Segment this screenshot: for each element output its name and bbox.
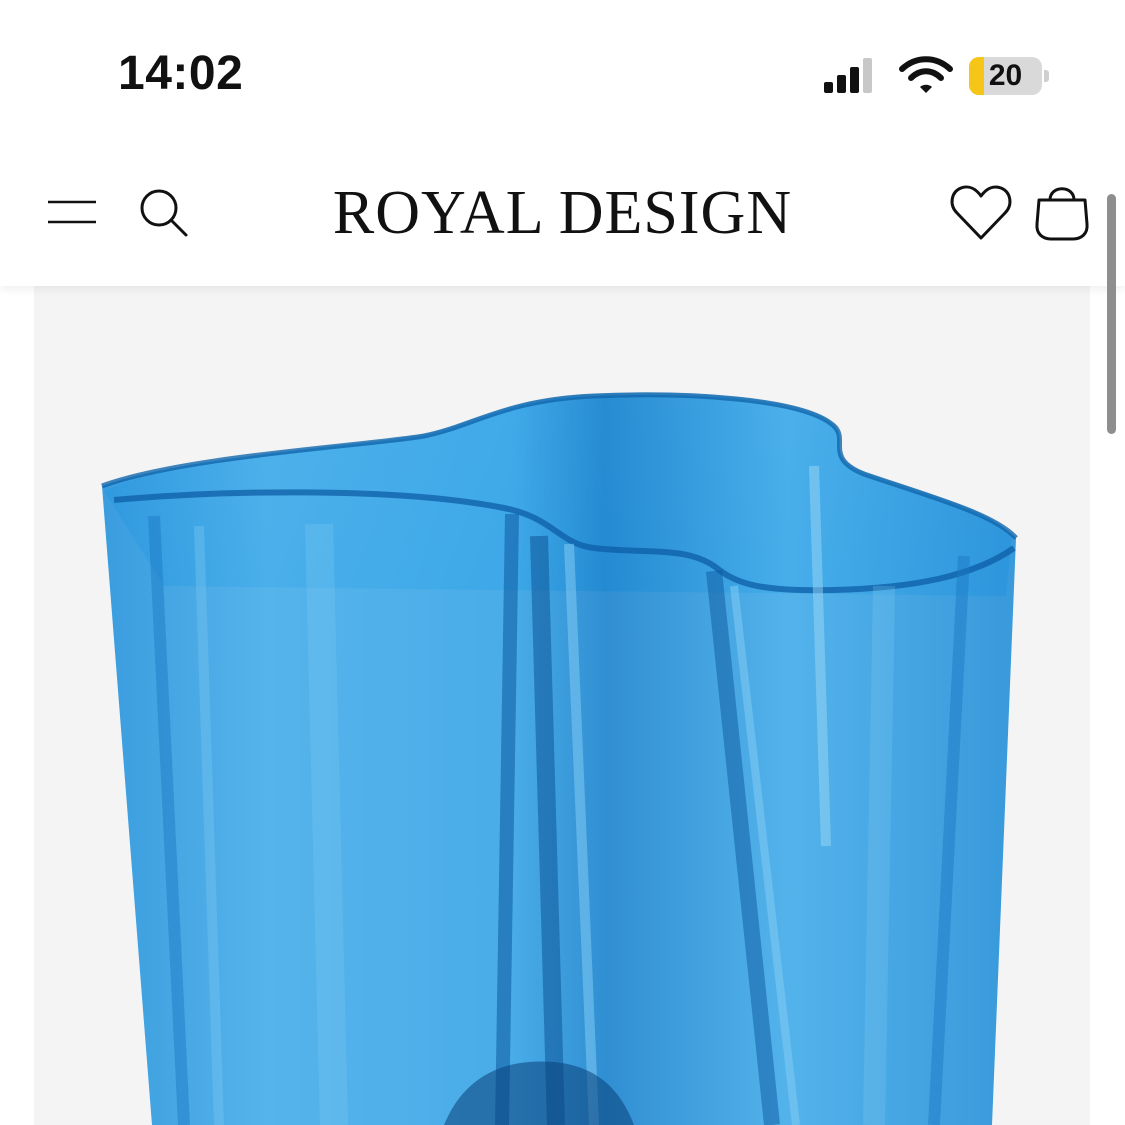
menu-button[interactable] [44, 192, 104, 232]
battery-body: 20 [969, 57, 1042, 95]
menu-icon [48, 200, 96, 224]
shopping-bag-icon [1035, 187, 1089, 241]
cellular-signal-icon [824, 58, 872, 93]
site-header: ROYAL DESIGN [0, 140, 1125, 286]
vase-product-image[interactable] [34, 286, 1090, 1125]
search-icon [140, 189, 188, 237]
heart-icon [950, 185, 1012, 240]
wifi-icon [899, 56, 953, 93]
cart-button[interactable] [1030, 176, 1094, 244]
status-time: 14:02 [118, 47, 244, 100]
wishlist-button[interactable] [948, 180, 1014, 246]
page-scrollbar[interactable] [1107, 194, 1116, 434]
search-button[interactable] [135, 184, 195, 244]
battery-level-text: 20 [988, 59, 1023, 92]
product-image-gallery[interactable] [34, 286, 1090, 1125]
status-bar: 14:02 20 [0, 0, 1125, 140]
battery-cap [1044, 70, 1049, 82]
app-screen: 14:02 20 ROYAL DESIGN [0, 0, 1125, 1125]
battery-indicator: 20 [969, 57, 1049, 95]
